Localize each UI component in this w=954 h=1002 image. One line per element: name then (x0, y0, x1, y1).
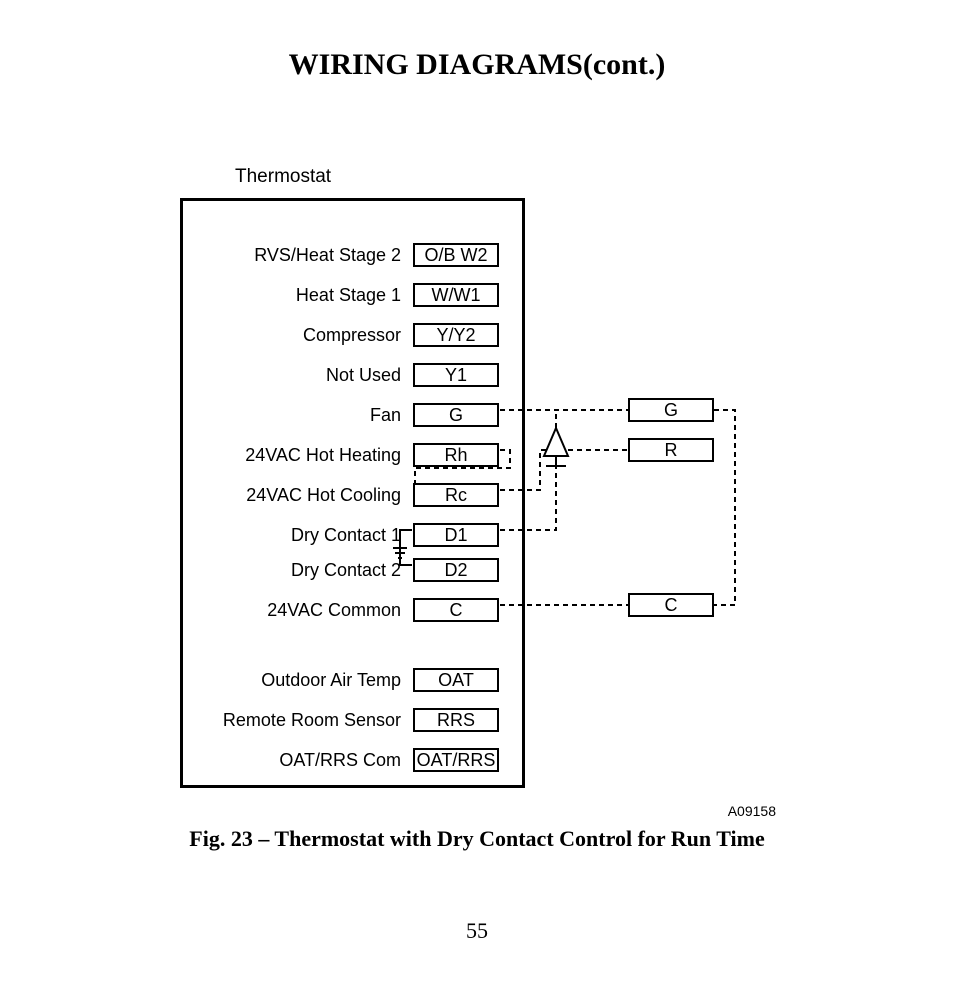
label-24vac-common: 24VAC Common (183, 600, 413, 621)
terminal-d1: D1 (413, 523, 499, 547)
label-oat: Outdoor Air Temp (183, 670, 413, 691)
terminal-y1: Y1 (413, 363, 499, 387)
thermostat-box: RVS/Heat Stage 2 O/B W2 Heat Stage 1 W/W… (180, 198, 525, 788)
label-dry1: Dry Contact 1 (183, 525, 413, 546)
label-fan: Fan (183, 405, 413, 426)
figure-caption: Fig. 23 – Thermostat with Dry Contact Co… (0, 826, 954, 852)
row-24vac-cooling: 24VAC Hot Cooling Rc (183, 481, 522, 509)
label-rvs-heat2: RVS/Heat Stage 2 (183, 245, 413, 266)
page-number: 55 (0, 918, 954, 944)
terminal-ob-w2: O/B W2 (413, 243, 499, 267)
terminal-d2: D2 (413, 558, 499, 582)
ext-terminal-r: R (628, 438, 714, 462)
label-24vac-cooling: 24VAC Hot Cooling (183, 485, 413, 506)
load-symbol-icon (544, 428, 568, 466)
terminal-rh: Rh (413, 443, 499, 467)
label-compressor: Compressor (183, 325, 413, 346)
label-rrs: Remote Room Sensor (183, 710, 413, 731)
label-heat1: Heat Stage 1 (183, 285, 413, 306)
row-24vac-heating: 24VAC Hot Heating Rh (183, 441, 522, 469)
row-rrs: Remote Room Sensor RRS (183, 706, 522, 734)
label-dry2: Dry Contact 2 (183, 560, 413, 581)
row-oat: Outdoor Air Temp OAT (183, 666, 522, 694)
row-heat1: Heat Stage 1 W/W1 (183, 281, 522, 309)
row-rvs-heat2: RVS/Heat Stage 2 O/B W2 (183, 241, 522, 269)
row-oat-rrs-com: OAT/RRS Com OAT/RRS (183, 746, 522, 774)
row-compressor: Compressor Y/Y2 (183, 321, 522, 349)
row-dry1: Dry Contact 1 D1 (183, 521, 522, 549)
terminal-oat: OAT (413, 668, 499, 692)
page-title: WIRING DIAGRAMS(cont.) (0, 48, 954, 82)
terminal-w-w1: W/W1 (413, 283, 499, 307)
terminal-c: C (413, 598, 499, 622)
terminal-rc: Rc (413, 483, 499, 507)
row-notused: Not Used Y1 (183, 361, 522, 389)
label-24vac-heating: 24VAC Hot Heating (183, 445, 413, 466)
row-24vac-common: 24VAC Common C (183, 596, 522, 624)
terminal-g: G (413, 403, 499, 427)
ext-terminal-c: C (628, 593, 714, 617)
drawing-code: A09158 (728, 803, 776, 819)
terminal-oat-rrs: OAT/RRS (413, 748, 499, 772)
thermostat-label: Thermostat (235, 166, 331, 188)
terminal-y-y2: Y/Y2 (413, 323, 499, 347)
label-oat-rrs-com: OAT/RRS Com (183, 750, 413, 771)
terminal-rrs: RRS (413, 708, 499, 732)
label-notused: Not Used (183, 365, 413, 386)
row-dry2: Dry Contact 2 D2 (183, 556, 522, 584)
ext-terminal-g: G (628, 398, 714, 422)
row-fan: Fan G (183, 401, 522, 429)
